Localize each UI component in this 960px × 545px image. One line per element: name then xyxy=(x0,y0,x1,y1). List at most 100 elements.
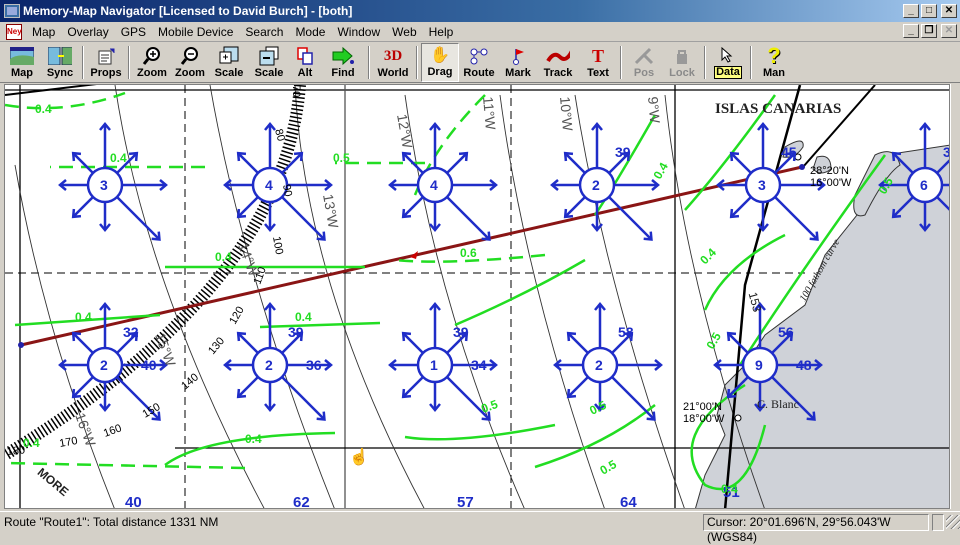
wind-rose-calm-percent: 4 xyxy=(265,177,273,193)
pos-button[interactable]: Pos xyxy=(625,43,663,82)
wind-rose-spoke xyxy=(116,196,161,241)
find-icon xyxy=(331,46,355,66)
map-canvas[interactable]: 3 4 4 2 39 3 45 6 3 2 32 40 2 39 36 1 39 34 2 58 9 56 48 40 62 57… xyxy=(4,84,950,509)
compass-tick-label: 170 xyxy=(58,435,78,450)
mdi-restore-button[interactable]: ❐ xyxy=(921,24,937,38)
menu-web[interactable]: Web xyxy=(386,25,422,39)
sync-icon xyxy=(48,46,72,66)
route-button[interactable]: Route xyxy=(459,43,499,82)
world-button[interactable]: 3D World xyxy=(373,43,413,82)
wind-rose xyxy=(58,122,168,241)
wind-rose-spoke xyxy=(72,152,94,174)
compass-tick-label: 140 xyxy=(179,371,201,392)
wind-rose-label: 40 xyxy=(141,357,157,373)
mdi-minimize-button[interactable]: _ xyxy=(903,24,919,38)
course-line-north xyxy=(802,85,876,168)
menu-help[interactable]: Help xyxy=(423,25,460,39)
menu-search[interactable]: Search xyxy=(239,25,289,39)
wind-rose-label: 36 xyxy=(306,357,322,373)
longitude-label: 11°W xyxy=(480,96,499,131)
mdi-close-button[interactable]: ✕ xyxy=(941,24,957,38)
title-bar[interactable]: Memory-Map Navigator [Licensed to David … xyxy=(0,0,960,22)
props-button[interactable]: Props xyxy=(87,43,125,82)
mark-icon xyxy=(506,46,530,66)
menu-bar: Ney Map Overlay GPS Mobile Device Search… xyxy=(0,22,960,42)
zoom-out-icon xyxy=(178,46,202,66)
menu-mode[interactable]: Mode xyxy=(289,25,331,39)
current-speed-label: 0.5 xyxy=(598,457,620,478)
wind-rose-label: 32 xyxy=(123,324,139,340)
wind-rose-label: 3 xyxy=(943,144,950,160)
waypoint-marker xyxy=(734,414,742,422)
close-button[interactable]: ✕ xyxy=(941,4,957,18)
wind-rose-calm-percent: 1 xyxy=(430,357,438,373)
track-button[interactable]: Track xyxy=(537,43,579,82)
mark-button[interactable]: Mark xyxy=(499,43,537,82)
menu-mobile-device[interactable]: Mobile Device xyxy=(152,25,239,39)
position-icon xyxy=(632,46,656,66)
wind-rose-spoke xyxy=(281,376,326,421)
wind-rose-spoke xyxy=(730,152,752,174)
compass-tick-label: 130 xyxy=(206,335,227,357)
maximize-button[interactable]: □ xyxy=(921,4,937,18)
current-speed-label: 0.4 xyxy=(23,436,40,450)
map-icon xyxy=(10,46,34,66)
wind-rose-spoke xyxy=(237,376,259,398)
resize-grip[interactable] xyxy=(946,515,960,529)
wind-rose-label: 39 xyxy=(453,324,469,340)
toolbar-separator xyxy=(128,46,130,79)
current-speed-label: 0.4 xyxy=(245,432,262,446)
find-button[interactable]: Find xyxy=(321,43,365,82)
current-speed-label: 0.4 xyxy=(215,250,232,264)
minimize-button[interactable]: _ xyxy=(903,4,919,18)
sync-button[interactable]: Sync xyxy=(41,43,79,82)
wind-rose-spoke xyxy=(567,332,589,354)
man-button[interactable]: ? Man xyxy=(755,43,793,82)
menu-gps[interactable]: GPS xyxy=(115,25,152,39)
current-speed-label: 0.5 xyxy=(333,151,350,165)
route-distance-status: Route "Route1": Total distance 1331 NM xyxy=(4,515,219,529)
text-button[interactable]: T Text xyxy=(579,43,617,82)
wind-rose-spoke xyxy=(281,196,326,241)
status-pane xyxy=(932,513,944,531)
zoom-in-button[interactable]: Zoom xyxy=(133,43,171,82)
drag-button[interactable]: ✋ Drag xyxy=(421,43,459,82)
wind-rose-calm-percent: 3 xyxy=(100,177,108,193)
alt-button[interactable]: Alt xyxy=(289,43,321,82)
wind-rose-label: 58 xyxy=(618,324,634,340)
hand-cursor-icon: ☝ xyxy=(349,449,369,466)
scale-down-icon xyxy=(257,46,281,66)
zoom-out-button[interactable]: Zoom xyxy=(171,43,209,82)
wind-rose-spoke xyxy=(72,376,94,398)
vertical-scrollbar[interactable] xyxy=(950,84,960,509)
longitude-label: 10°W xyxy=(557,96,576,132)
compass-tick-label: 160 xyxy=(102,422,123,440)
app-icon[interactable] xyxy=(4,4,20,18)
menu-overlay[interactable]: Overlay xyxy=(61,25,114,39)
longitude-label: 12°W xyxy=(394,113,416,150)
wind-rose-spoke xyxy=(446,152,468,174)
wind-rose-label: 64 xyxy=(620,494,637,509)
wind-rose-calm-percent: 2 xyxy=(265,357,273,373)
document-icon[interactable]: Ney xyxy=(6,23,22,40)
magnetic-meridians xyxy=(14,85,765,508)
wind-rose-label: 48 xyxy=(796,357,812,373)
data-button[interactable]: Data xyxy=(709,43,747,82)
hand-drag-icon: ✋ xyxy=(430,47,450,64)
wind-rose-label: 39 xyxy=(615,144,631,160)
wind-rose-spoke xyxy=(402,196,424,218)
status-bar: Route "Route1": Total distance 1331 NM C… xyxy=(0,511,960,544)
map-button[interactable]: Map xyxy=(3,43,41,82)
scale-up-button[interactable]: Scale xyxy=(209,43,249,82)
menu-window[interactable]: Window xyxy=(331,25,386,39)
scale-down-button[interactable]: Scale xyxy=(249,43,289,82)
text-icon: T xyxy=(591,45,604,66)
lock-button[interactable]: Lock xyxy=(663,43,701,82)
current-speed-label: 0.4 xyxy=(295,310,312,324)
wind-rose-label: 56 xyxy=(778,324,794,340)
waypoint-coordinates-2: 21°00'N 18°00'W xyxy=(683,401,725,425)
toolbar-separator xyxy=(620,46,622,79)
menu-map[interactable]: Map xyxy=(26,25,61,39)
wind-rose-spoke xyxy=(237,332,259,354)
dashed-grid xyxy=(5,85,805,508)
